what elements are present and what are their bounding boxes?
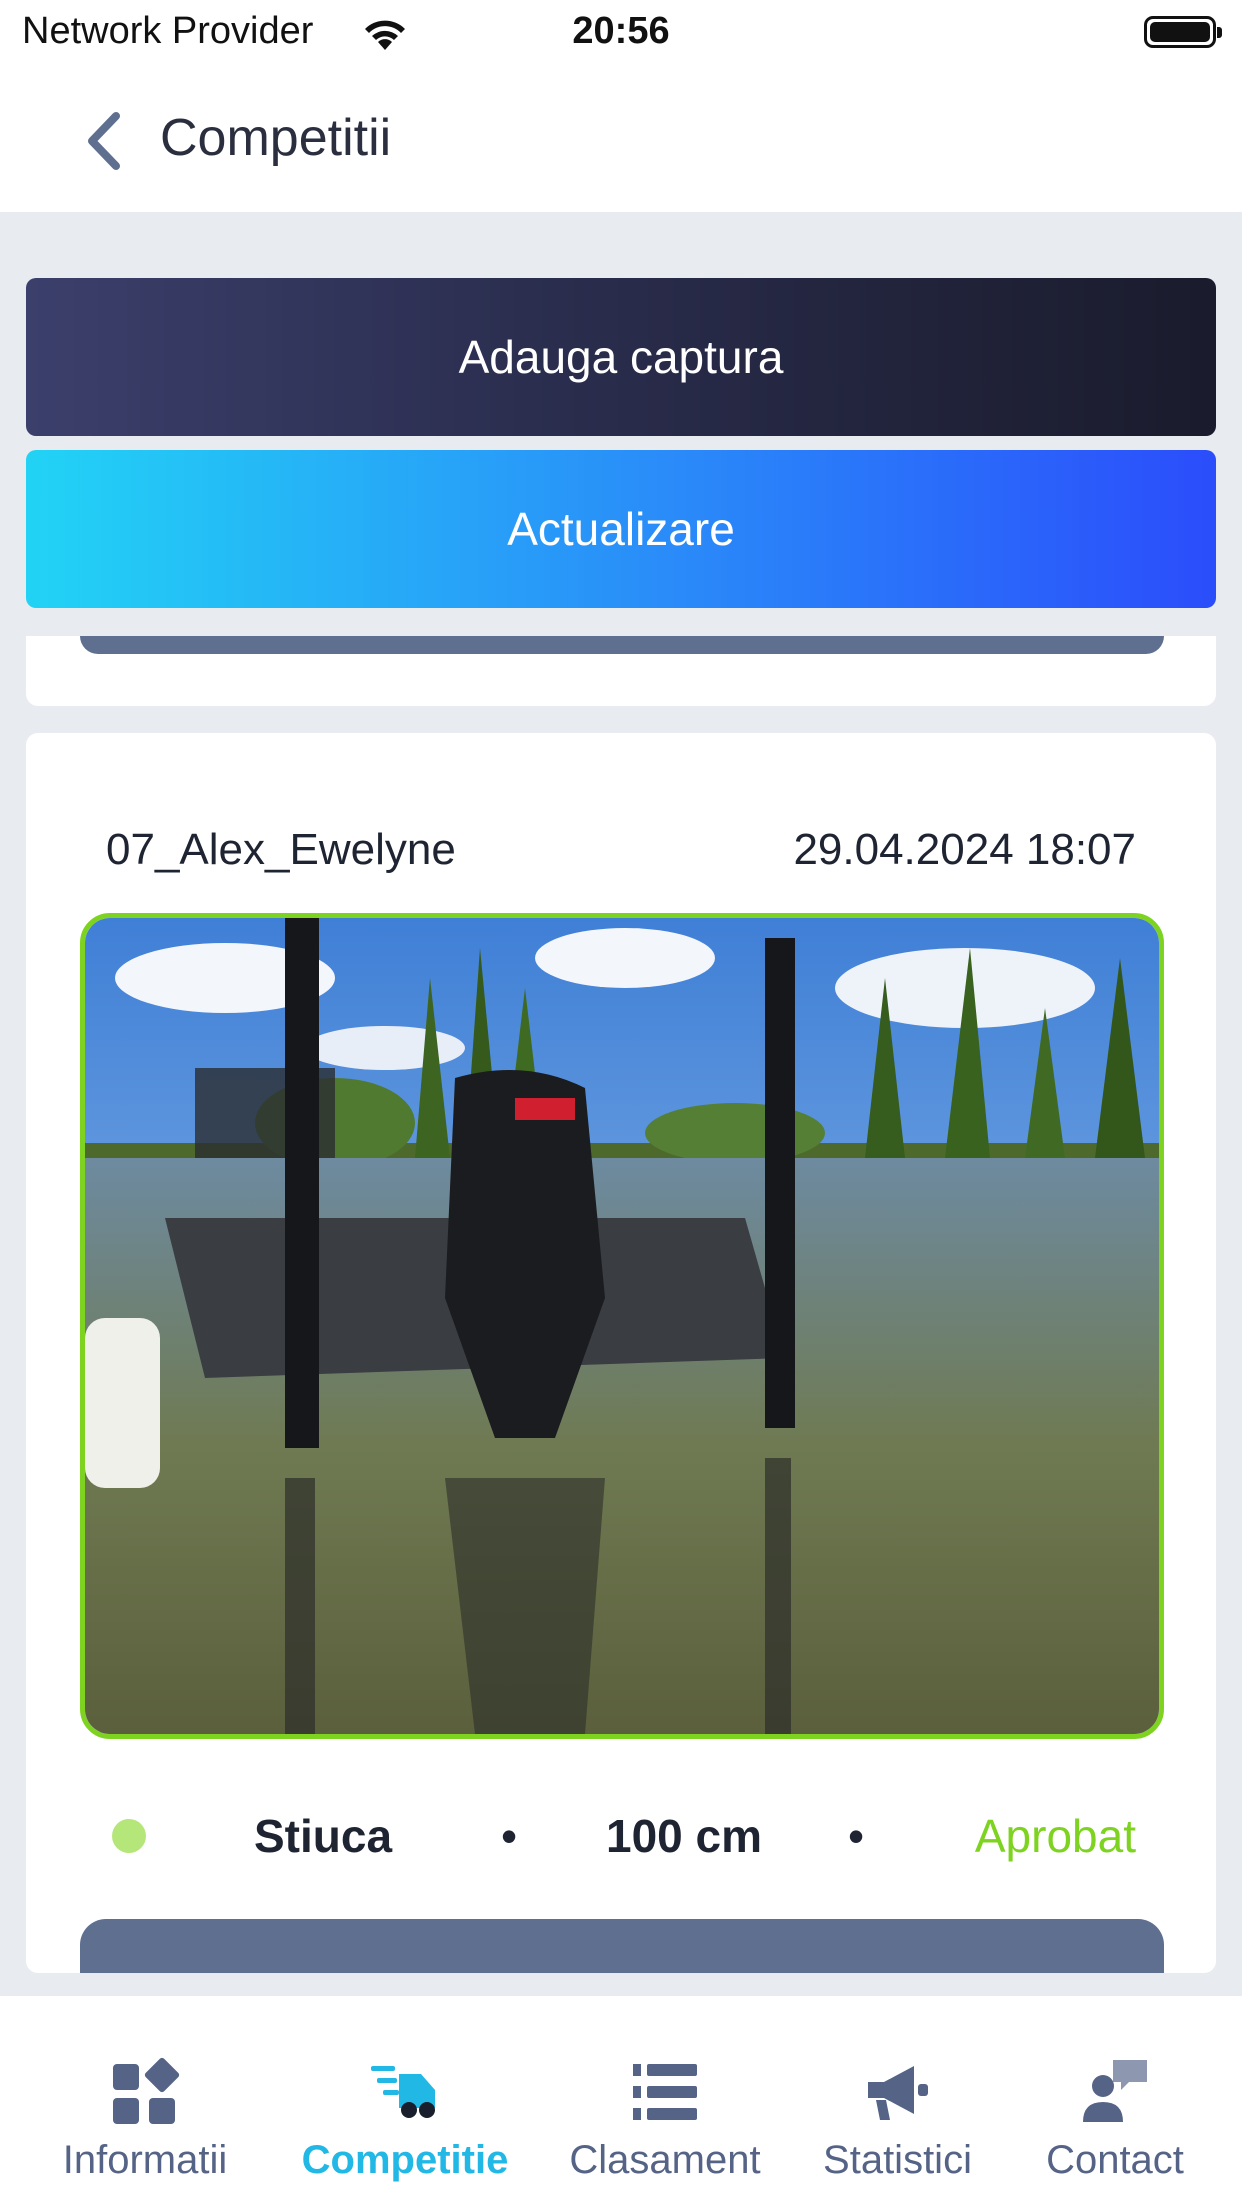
bottom-tab-bar: Informatii Competitie Clasament Statisti… — [0, 1996, 1242, 2208]
tab-informatii[interactable]: Informatii — [30, 1996, 260, 2208]
fish-length: 100 cm — [606, 1810, 763, 1862]
fish-species: Stiuca — [254, 1810, 393, 1862]
add-catch-button[interactable]: Adauga captura — [26, 278, 1216, 436]
delivery-truck-icon — [371, 2066, 435, 2118]
tab-label: Statistici — [823, 2138, 972, 2182]
approval-status: Aprobat — [974, 1810, 1136, 1862]
catch-datetime: 29.04.2024 18:07 — [793, 825, 1136, 874]
catch-details-row: Stiuca • 100 cm • Aprobat — [26, 1801, 1216, 1871]
separator-dot: • — [501, 1810, 518, 1862]
tab-contact[interactable]: Contact — [1010, 1996, 1220, 2208]
tab-label: Competitie — [301, 2138, 509, 2182]
previous-card-action-bar[interactable] — [80, 636, 1164, 654]
card-action-bar[interactable] — [80, 1919, 1164, 1973]
status-bar: Network Provider 20:56 — [0, 0, 1242, 70]
back-button[interactable] — [80, 108, 130, 174]
megaphone-icon — [867, 2066, 928, 2120]
tab-statistici[interactable]: Statistici — [785, 1996, 1010, 2208]
clock: 20:56 — [572, 10, 670, 52]
navigation-bar: Competitii — [0, 70, 1242, 212]
team-name: 07_Alex_Ewelyne — [106, 825, 456, 874]
refresh-button[interactable]: Actualizare — [26, 450, 1216, 608]
previous-catch-card — [26, 636, 1216, 706]
list-icon — [633, 2064, 697, 2120]
tab-clasament[interactable]: Clasament — [550, 1996, 780, 2208]
dashboard-icon — [113, 2057, 180, 2124]
catch-photo[interactable] — [80, 913, 1164, 1739]
chevron-left-icon — [88, 112, 120, 170]
page-title: Competitii — [160, 109, 392, 167]
battery-icon — [1144, 16, 1222, 48]
tab-label: Contact — [1046, 2138, 1184, 2182]
tab-label: Clasament — [569, 2138, 761, 2182]
tab-label: Informatii — [62, 2138, 228, 2182]
boat-photo-image — [85, 918, 1159, 1734]
tab-competitie[interactable]: Competitie — [280, 1996, 530, 2208]
separator-dot: • — [848, 1810, 865, 1862]
catch-card: 07_Alex_Ewelyne 29.04.2024 18:07 Stiuca … — [26, 733, 1216, 1973]
contact-chat-icon — [1083, 2060, 1147, 2122]
status-indicator-dot — [112, 1819, 146, 1853]
